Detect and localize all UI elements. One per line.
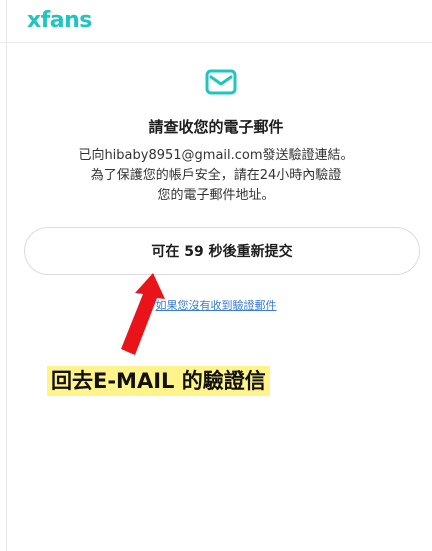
help-link: 如果您沒有收到驗證郵件 (0, 297, 432, 313)
red-arrow-annotation (121, 273, 165, 355)
message-line: 已向hibaby8951@gmail.com發送驗證連結。 (78, 148, 354, 163)
verification-message: 已向hibaby8951@gmail.com發送驗證連結。 為了保護您的帳戶安全… (0, 146, 432, 206)
annotation-text: 回去E-MAIL 的驗證信 (47, 366, 270, 396)
envelope-icon (205, 69, 237, 95)
resend-button[interactable]: 可在 59 秒後重新提交 (24, 227, 420, 275)
page-title: 請查收您的電子郵件 (148, 118, 284, 136)
left-divider (6, 0, 7, 551)
message-line: 您的電子郵件地址。 (157, 188, 275, 203)
no-email-received-link[interactable]: 如果您沒有收到驗證郵件 (156, 299, 277, 312)
verification-page: xfans 請查收您的電子郵件 已向hibaby8951@gmail.com發送… (0, 0, 432, 551)
xfans-logo[interactable]: xfans (27, 8, 92, 33)
message-line: 為了保護您的帳戶安全，請在24小時內驗證 (90, 168, 342, 183)
header-bar: xfans (0, 0, 432, 43)
